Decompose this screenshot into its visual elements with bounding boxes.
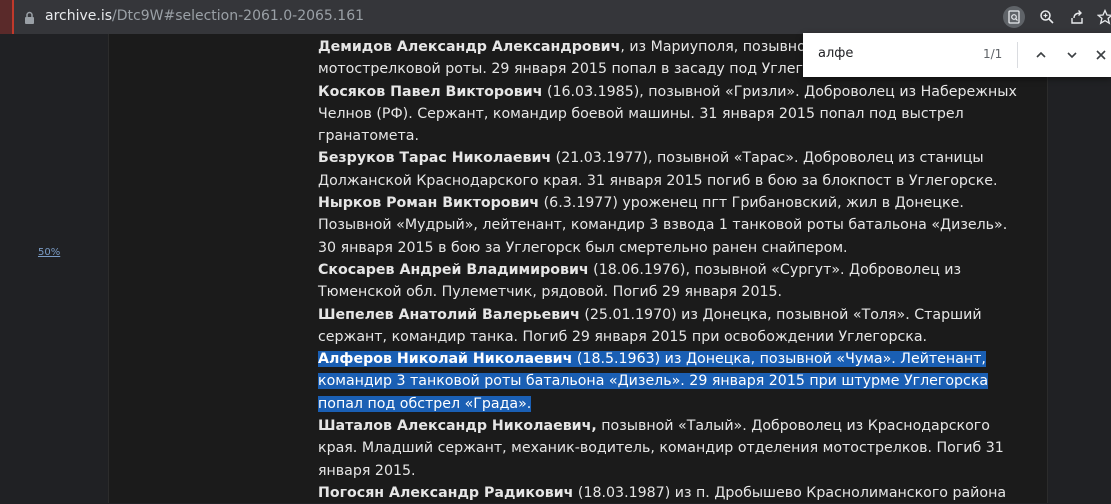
- casualty-list: Демидов Александр Александрович, из Мари…: [318, 36, 1028, 504]
- find-input[interactable]: [818, 46, 978, 61]
- find-divider: [1017, 42, 1018, 68]
- browser-toolbar: archive.is/Dtc9W#selection-2061.0-2065.1…: [0, 0, 1111, 34]
- url-host: archive.is: [45, 8, 113, 24]
- list-item: Нырков Роман Викторович (6.3.1977) уроже…: [318, 195, 1008, 256]
- url-path: /Dtc9W#selection-2061.0-2065.161: [112, 8, 365, 24]
- list-item: Скосарев Андрей Владимирович (18.06.1976…: [318, 261, 962, 301]
- address-bar[interactable]: archive.is/Dtc9W#selection-2061.0-2065.1…: [45, 8, 364, 24]
- list-item: Шаталов Александр Николаевич, позывной «…: [318, 418, 1004, 479]
- zoom-icon[interactable]: [1036, 6, 1058, 28]
- find-bar: 1/1: [803, 33, 1111, 77]
- lock-icon[interactable]: [24, 10, 35, 24]
- find-in-page-icon[interactable]: [1003, 6, 1025, 28]
- find-match-count: 1/1: [983, 47, 1003, 61]
- list-item: Косяков Павел Викторович (16.03.1985), п…: [318, 83, 1017, 145]
- close-icon[interactable]: [1090, 44, 1111, 66]
- chevron-up-icon[interactable]: [1030, 44, 1052, 66]
- list-item: Шепелев Анатолий Валерьевич (25.01.1970)…: [318, 306, 982, 345]
- list-item: Безруков Тарас Николаевич (21.03.1977), …: [318, 150, 998, 189]
- selected-list-item: Алферов Николай Николаевич (18.5.1963) и…: [318, 348, 1028, 415]
- selected-name: Алферов Николай Николаевич: [318, 351, 573, 368]
- share-icon[interactable]: [1066, 6, 1088, 28]
- zoom-link[interactable]: 50%: [38, 247, 60, 258]
- star-icon[interactable]: [1094, 6, 1111, 28]
- chevron-down-icon[interactable]: [1061, 44, 1083, 66]
- list-item: Погосян Александр Радикович (18.03.1987)…: [318, 484, 1007, 501]
- tab-edge: [0, 0, 14, 34]
